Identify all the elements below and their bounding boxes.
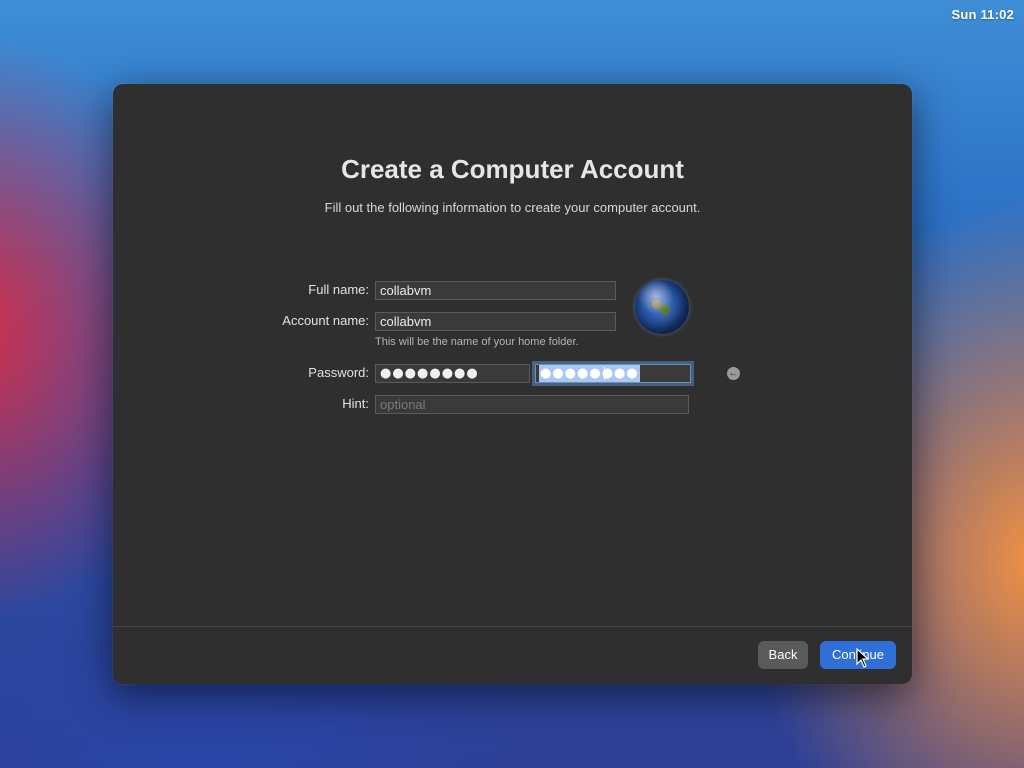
page-title: Create a Computer Account [341, 154, 684, 184]
hint-label: Hint: [342, 396, 369, 411]
menubar-clock[interactable]: Sun 11:02 [952, 7, 1015, 22]
page-subtitle: Fill out the following information to cr… [324, 200, 701, 215]
hint-field[interactable] [375, 395, 689, 414]
password-value: ●●●●●●●● [380, 366, 479, 381]
verify-password-field[interactable]: ●●●●●●●● [535, 364, 691, 383]
footer-divider [113, 626, 912, 627]
full-name-label: Full name: [308, 282, 369, 297]
verify-password-value: ●●●●●●●● [539, 365, 640, 382]
globe-icon[interactable] [635, 280, 689, 334]
back-button[interactable]: Back [758, 641, 808, 669]
full-name-field[interactable] [375, 281, 616, 300]
account-name-helper: This will be the name of your home folde… [375, 336, 579, 348]
text-caret [604, 367, 605, 380]
password-field[interactable]: ●●●●●●●● [375, 364, 530, 383]
password-label: Password: [308, 365, 369, 380]
account-name-field[interactable] [375, 312, 616, 331]
account-name-label: Account name: [282, 313, 369, 328]
setup-assistant-window: Create a Computer Account Fill out the f… [113, 84, 912, 684]
arrow-left-circle-icon[interactable]: ← [727, 367, 740, 380]
